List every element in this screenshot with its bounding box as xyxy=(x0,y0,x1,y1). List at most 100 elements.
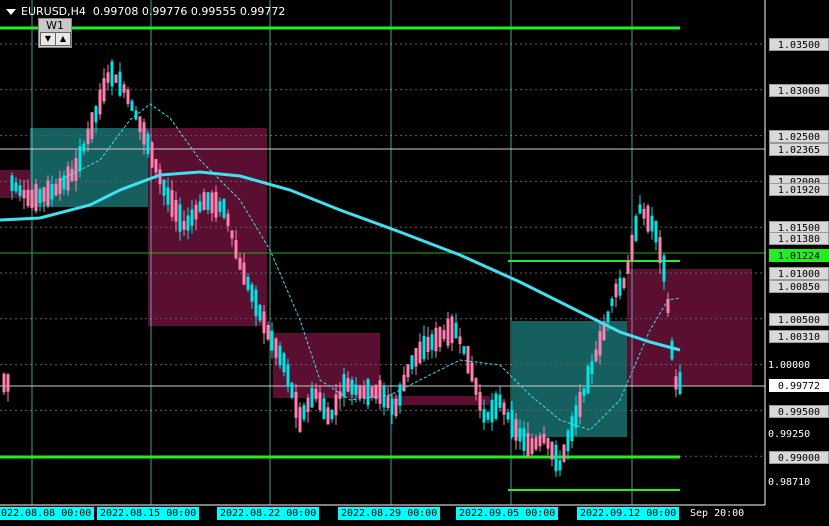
candle-body xyxy=(326,407,330,425)
candle-body xyxy=(670,340,674,360)
candle-body xyxy=(594,349,598,362)
price-label: 1.00500 xyxy=(769,313,829,326)
zone-rect-3 xyxy=(392,396,490,405)
candle-body xyxy=(194,204,198,220)
candle-body xyxy=(570,416,574,442)
candle-body xyxy=(650,215,654,232)
candle-body xyxy=(366,378,370,406)
price-label: 1.03500 xyxy=(769,38,829,51)
candle-body xyxy=(278,345,282,366)
candle-body xyxy=(498,394,502,408)
candle-body xyxy=(538,435,542,447)
candle-body xyxy=(482,409,486,423)
candle-body xyxy=(6,374,10,392)
candle-body xyxy=(414,348,418,367)
chart-background xyxy=(0,0,829,526)
candle-body xyxy=(102,78,106,102)
price-label: 1.00850 xyxy=(769,280,829,293)
candle-body xyxy=(346,377,350,392)
price-label: 1.01000 xyxy=(769,267,829,280)
candle-body xyxy=(358,385,362,399)
candle-body xyxy=(642,208,646,219)
candle-body xyxy=(430,334,434,350)
price-label: 0.99500 xyxy=(769,405,829,418)
candle-body xyxy=(394,398,398,417)
symbol-timeframe: EURUSD,H4 xyxy=(21,5,86,18)
candle-body xyxy=(190,209,194,226)
price-label: 1.02500 xyxy=(769,130,829,143)
candle-body xyxy=(146,133,150,154)
candle-body xyxy=(254,289,258,317)
price-chart[interactable] xyxy=(0,0,829,526)
candle-body xyxy=(434,327,438,352)
candle-body xyxy=(242,262,246,285)
candle-body xyxy=(78,146,82,171)
candle-body xyxy=(186,215,190,231)
candle-body xyxy=(554,444,558,472)
candle-body xyxy=(494,393,498,419)
candle-body xyxy=(354,384,358,395)
candle-body xyxy=(26,189,30,207)
candle-body xyxy=(262,311,266,334)
candle-body xyxy=(2,373,6,393)
price-tick: 0.98710 xyxy=(768,477,811,488)
candle-body xyxy=(586,366,590,394)
candle-body xyxy=(662,255,666,282)
collapse-triangle-icon[interactable] xyxy=(6,9,16,15)
candle-body xyxy=(474,378,478,396)
candle-body xyxy=(110,61,114,87)
candle-body xyxy=(322,398,326,419)
candle-body xyxy=(550,441,554,460)
candle-body xyxy=(130,100,134,111)
time-label: 2022.09.12 00:00 xyxy=(577,507,680,520)
candle-body xyxy=(582,388,586,396)
candle-body xyxy=(298,407,302,432)
candle-body xyxy=(222,199,226,218)
candle-body xyxy=(486,412,490,420)
candle-body xyxy=(30,189,34,209)
low-value: 0.99555 xyxy=(190,5,237,18)
price-label: 1.01380 xyxy=(769,232,829,245)
candle-body xyxy=(342,374,346,397)
candle-body xyxy=(50,183,54,200)
candle-body xyxy=(266,325,270,340)
price-label: 1.00310 xyxy=(769,330,829,343)
ohlc-readout: EURUSD,H4 0.99708 0.99776 0.99555 0.9977… xyxy=(6,5,285,18)
close-value: 0.99772 xyxy=(239,5,286,18)
candle-body xyxy=(334,394,338,416)
time-label: 2022.08.15 00:00 xyxy=(97,507,200,520)
candle-body xyxy=(534,437,538,450)
candle-body xyxy=(446,318,450,346)
candle-body xyxy=(150,142,154,168)
candle-body xyxy=(442,330,446,340)
candle-body xyxy=(658,237,662,264)
timeframe-up-icon[interactable]: ▲ xyxy=(55,32,71,46)
candle-body xyxy=(466,345,470,374)
candle-body xyxy=(450,316,454,344)
candle-body xyxy=(250,284,254,302)
candle-body xyxy=(386,395,390,409)
candle-body xyxy=(286,364,290,387)
candle-body xyxy=(590,361,594,375)
timeframe-down-icon[interactable]: ▼ xyxy=(40,32,56,46)
candle-body xyxy=(170,189,174,217)
candle-body xyxy=(562,444,566,462)
candle-body xyxy=(502,402,506,415)
candle-body xyxy=(318,392,322,411)
candle-body xyxy=(198,201,202,212)
candle-body xyxy=(246,276,250,290)
candle-body xyxy=(330,410,334,420)
time-label: 2022.08.08 00:00 xyxy=(0,507,95,520)
timeframe-label: W1 xyxy=(46,19,64,32)
timeframe-switcher[interactable]: W1 ▼ ▲ xyxy=(38,18,72,48)
candle-body xyxy=(214,191,218,218)
candle-body xyxy=(306,397,310,413)
candle-body xyxy=(418,341,422,364)
time-label: 2022.09.05 00:00 xyxy=(456,507,559,520)
candle-body xyxy=(106,72,110,83)
zone-rect-5 xyxy=(627,269,752,386)
price-label: 0.99000 xyxy=(769,451,829,464)
candle-body xyxy=(166,187,170,205)
candle-body xyxy=(218,201,222,213)
candle-body xyxy=(22,190,26,199)
